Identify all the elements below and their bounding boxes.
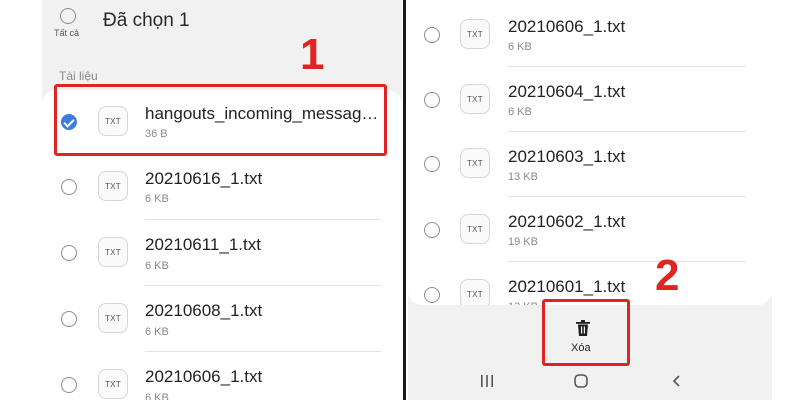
file-size: 13 KB [508, 171, 538, 183]
file-name: 20210602_1.txt [508, 212, 626, 231]
file-name: 20210616_1.txt [145, 169, 263, 188]
file-name: 20210604_1.txt [508, 82, 626, 101]
row-checkbox[interactable] [424, 156, 440, 172]
file-size: 6 KB [145, 392, 169, 400]
file-name: 20210608_1.txt [145, 301, 263, 320]
txt-file-icon: TXT [460, 214, 490, 244]
file-name: 20210611_1.txt [145, 235, 261, 254]
back-icon[interactable] [670, 374, 684, 388]
left-screen: Tất cả Đã chọn 1 Tài liệu TXT hangouts_i… [42, 0, 402, 400]
txt-file-icon: TXT [460, 19, 490, 49]
home-icon[interactable] [573, 373, 589, 389]
file-name: 20210606_1.txt [508, 17, 626, 36]
selection-count-title: Đã chọn 1 [103, 10, 190, 31]
file-size: 6 KB [145, 193, 169, 205]
txt-file-icon: TXT [460, 84, 490, 114]
file-row[interactable]: TXT 20210611_1.txt 6 KB [42, 220, 402, 284]
file-name: 20210606_1.txt [145, 367, 263, 386]
section-label-documents: Tài liệu [59, 69, 98, 83]
highlight-box-step-2 [542, 299, 630, 366]
file-size: 6 KB [508, 106, 532, 118]
txt-file-icon: TXT [98, 303, 128, 333]
file-size: 6 KB [145, 326, 169, 338]
right-screen: TXT 20210606_1.txt 6 KB TXT 20210604_1.t… [408, 0, 772, 400]
txt-file-icon: TXT [460, 148, 490, 178]
file-row[interactable]: TXT 20210616_1.txt 6 KB [42, 155, 402, 219]
row-checkbox[interactable] [424, 287, 440, 303]
file-row[interactable]: TXT 20210602_1.txt 19 KB [408, 197, 772, 261]
file-row[interactable]: TXT 20210608_1.txt 6 KB [42, 286, 402, 350]
file-row[interactable]: TXT 20210603_1.txt 13 KB [408, 132, 772, 196]
select-all-radio[interactable] [60, 8, 76, 24]
recents-icon[interactable] [480, 374, 494, 388]
row-checkbox[interactable] [61, 377, 77, 393]
select-all-label: Tất cả [54, 28, 80, 38]
file-row[interactable]: TXT 20210606_1.txt 6 KB [408, 2, 772, 66]
row-checkbox[interactable] [424, 222, 440, 238]
txt-file-icon: TXT [98, 171, 128, 201]
file-name: 20210601_1.txt [508, 277, 626, 296]
row-checkbox[interactable] [61, 245, 77, 261]
file-size: 19 KB [508, 236, 538, 248]
txt-file-icon: TXT [98, 369, 128, 399]
file-row[interactable]: TXT 20210604_1.txt 6 KB [408, 67, 772, 131]
screen-divider [403, 0, 406, 400]
row-checkbox[interactable] [424, 92, 440, 108]
file-size: 6 KB [145, 260, 169, 272]
row-checkbox[interactable] [61, 311, 77, 327]
row-checkbox[interactable] [61, 179, 77, 195]
txt-file-icon: TXT [98, 237, 128, 267]
highlight-box-step-1 [54, 84, 387, 156]
file-size: 6 KB [508, 41, 532, 53]
file-row[interactable]: TXT 20210606_1.txt 6 KB [42, 352, 402, 400]
row-checkbox[interactable] [424, 27, 440, 43]
file-name: 20210603_1.txt [508, 147, 626, 166]
step-number-1: 1 [300, 30, 325, 79]
step-number-2: 2 [655, 251, 680, 300]
